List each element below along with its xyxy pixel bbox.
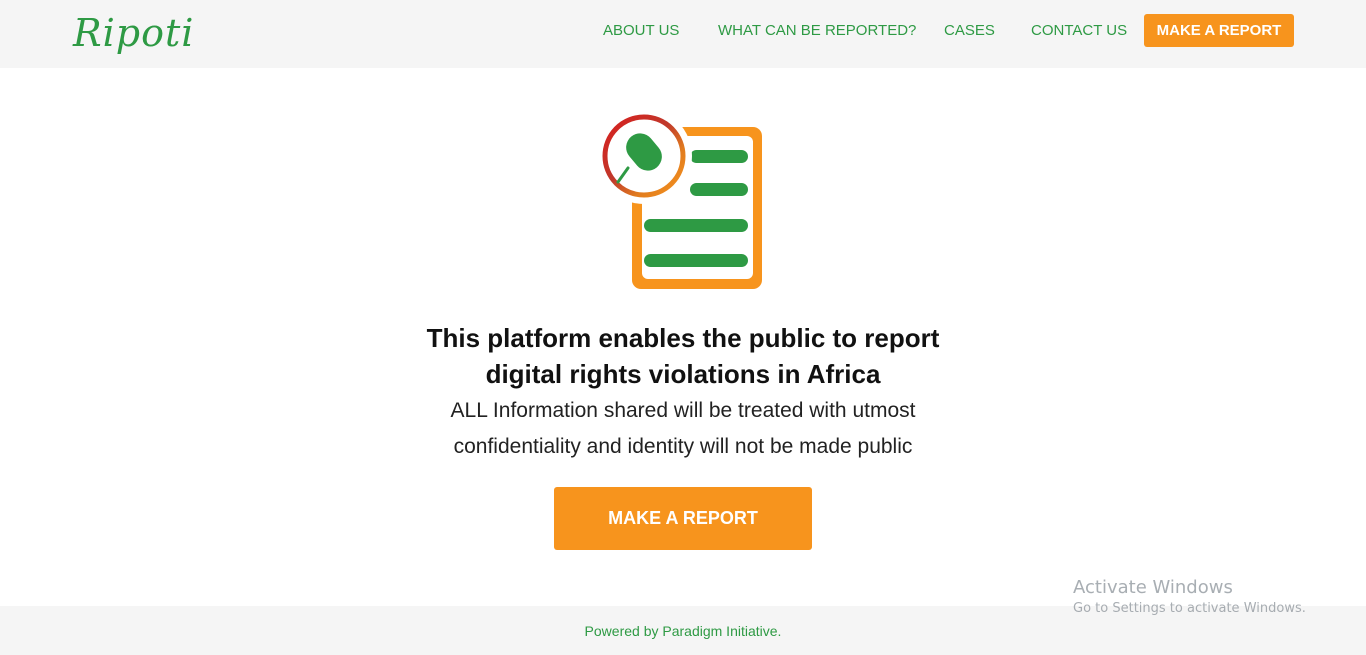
document-line <box>690 183 748 196</box>
hero-subtext: ALL Information shared will be treated w… <box>383 393 983 465</box>
document-line <box>644 254 748 267</box>
hero-headline-line1: This platform enables the public to repo… <box>426 323 940 353</box>
hero-headline-line2: digital rights violations in Africa <box>485 359 881 389</box>
nav-cases[interactable]: CASES <box>944 22 995 40</box>
footer-credit: Powered by Paradigm Initiative. <box>0 622 1366 640</box>
nav-what-can-be-reported[interactable]: WHAT CAN BE REPORTED? <box>718 22 916 40</box>
document-line <box>644 219 748 232</box>
footer-prefix: Powered by <box>584 623 663 639</box>
nav-about-us[interactable]: ABOUT US <box>603 22 679 40</box>
paradigm-initiative-link[interactable]: Paradigm Initiative. <box>662 623 781 639</box>
windows-activation-watermark: Activate Windows Go to Settings to activ… <box>1073 576 1306 618</box>
report-document-icon <box>598 110 762 289</box>
site-logo[interactable]: Ripoti <box>73 8 194 58</box>
make-report-hero-button[interactable]: MAKE A REPORT <box>554 487 812 550</box>
watermark-title: Activate Windows <box>1073 577 1233 598</box>
site-header: Ripoti ABOUT US WHAT CAN BE REPORTED? CA… <box>0 0 1366 68</box>
watermark-subtitle: Go to Settings to activate Windows. <box>1073 601 1306 616</box>
hero-headline: This platform enables the public to repo… <box>383 320 983 392</box>
nav-contact-us[interactable]: CONTACT US <box>1031 22 1127 40</box>
document-line <box>690 150 748 163</box>
make-report-nav-button[interactable]: MAKE A REPORT <box>1144 14 1294 47</box>
hero-subtext-line1: ALL Information shared will be treated w… <box>450 399 916 422</box>
hero-subtext-line2: confidentiality and identity will not be… <box>453 435 913 458</box>
